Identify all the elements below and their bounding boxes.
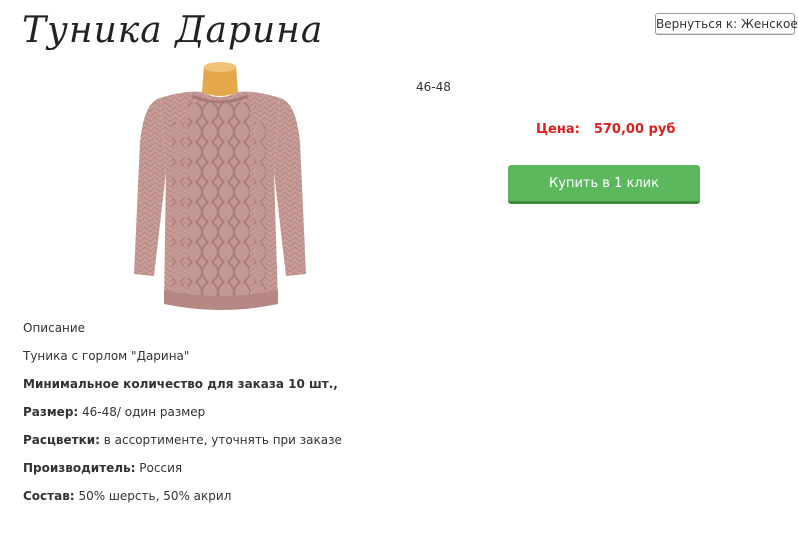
size-label: Размер:	[23, 405, 79, 419]
colors-line: Расцветки: в ассортименте, уточнять при …	[23, 433, 342, 447]
composition-label: Состав:	[23, 489, 75, 503]
description-heading: Описание	[23, 321, 86, 335]
maker-label: Производитель:	[23, 461, 136, 475]
price-value: 570,00 руб	[593, 122, 676, 137]
composition-value: 50% шерсть, 50% акрил	[78, 489, 232, 503]
maker-value: Россия	[139, 461, 183, 475]
min-order-bold: Минимальное количество для заказа 10 шт.…	[23, 377, 338, 391]
colors-value: в ассортименте, уточнять при заказе	[103, 433, 342, 447]
size-line: Размер: 46-48/ один размер	[23, 405, 205, 419]
colors-label: Расцветки:	[23, 433, 100, 447]
price-label: Цена:	[536, 122, 580, 137]
description-intro: Туника с горлом "Дарина"	[23, 349, 190, 363]
size-value: 46-48/ один размер	[82, 405, 206, 419]
size-value-top: 46-48	[416, 80, 451, 94]
tunic-illustration	[134, 62, 306, 310]
product-image[interactable]	[130, 62, 308, 314]
buy-one-click-button[interactable]: Купить в 1 клик	[508, 165, 700, 204]
page-title: Туника Дарина	[22, 10, 324, 51]
maker-line: Производитель: Россия	[23, 461, 182, 475]
back-to-category-button[interactable]: Вернуться к: Женское	[655, 13, 798, 35]
price: Цена: 570,00 руб	[536, 122, 675, 137]
composition-line: Состав: 50% шерсть, 50% акрил	[23, 489, 231, 503]
min-order-text: Минимальное количество для заказа 10 шт.…	[23, 377, 338, 391]
